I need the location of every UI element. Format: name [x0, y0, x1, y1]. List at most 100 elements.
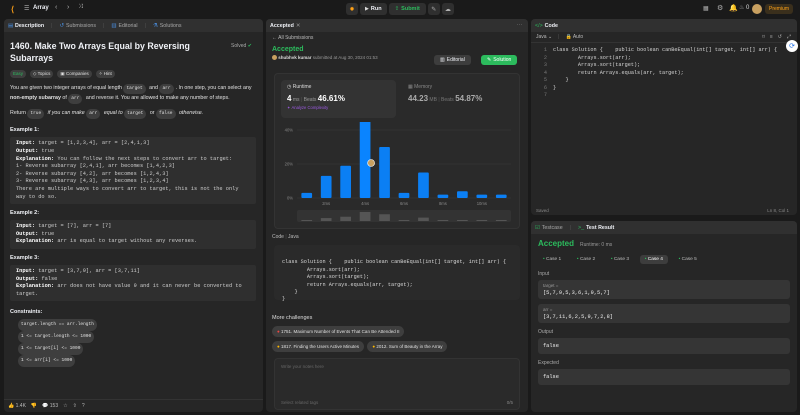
- like-button[interactable]: 👍 1.4K: [8, 403, 26, 409]
- settings-icon[interactable]: ⚙: [717, 4, 723, 12]
- tab-editorial[interactable]: ▥ Editorial: [111, 23, 137, 29]
- topics-chip[interactable]: ◇ Topics: [30, 70, 54, 78]
- back-link[interactable]: ← All Submissions: [272, 35, 522, 41]
- editor-code[interactable]: class Solution { public boolean canBeEqu…: [553, 47, 777, 92]
- case-tab-5[interactable]: • Case 5: [674, 255, 702, 264]
- y-tick-label: 0%: [287, 196, 293, 201]
- tab-testcase[interactable]: ☑ Testcase: [535, 225, 563, 231]
- case-tab-4[interactable]: • Case 4: [639, 255, 668, 264]
- tab-code[interactable]: </> Code: [535, 23, 558, 29]
- next-problem-icon[interactable]: ›: [67, 4, 69, 11]
- output-value: false: [543, 343, 559, 349]
- editor-code-line: }: [553, 84, 557, 91]
- target-label: target =: [543, 283, 559, 288]
- runtime-bar[interactable]: [301, 192, 313, 198]
- notes-input[interactable]: Write your notes here: [275, 359, 519, 374]
- related-tags-input[interactable]: Select related tags: [281, 400, 318, 405]
- dislike-icon[interactable]: 👎: [31, 403, 37, 409]
- challenge-list: ● 1751. Maximum Number of Events That Ca…: [272, 326, 522, 352]
- terminal-icon: >_: [578, 224, 585, 231]
- example-line: Explanation: You can follow the next ste…: [16, 156, 250, 202]
- x-tick-label: 10ms: [477, 201, 487, 206]
- assistant-icon[interactable]: ⟳: [786, 40, 798, 52]
- line-number: 5: [543, 77, 547, 83]
- runtime-bar[interactable]: [340, 165, 351, 198]
- problem-list-icon[interactable]: ☰: [24, 5, 29, 12]
- example-label: Output:: [16, 148, 39, 154]
- case-tab-2[interactable]: • Case 2: [572, 255, 600, 264]
- scrubber-bar: [495, 220, 507, 221]
- prev-problem-icon[interactable]: ‹: [55, 4, 57, 11]
- notes-icon[interactable]: ✎: [427, 3, 440, 15]
- case-tab-1[interactable]: • Case 1: [538, 255, 566, 264]
- shuffle-icon[interactable]: ⤨: [78, 4, 83, 11]
- pass-dot-icon: •: [678, 257, 681, 262]
- y-tick-label: 40%: [285, 128, 294, 133]
- language-select[interactable]: Java ⌄: [536, 34, 552, 40]
- tab-more-icon[interactable]: ⋯: [517, 23, 522, 29]
- scrubber-bar: [418, 217, 429, 221]
- arrow-left-icon: ←: [272, 35, 277, 41]
- runtime-bar[interactable]: [495, 194, 507, 198]
- runtime-bar[interactable]: [476, 194, 488, 198]
- layout-icon[interactable]: ▦: [703, 5, 709, 12]
- example-label: Explanation:: [16, 238, 55, 245]
- challenge-chip-3[interactable]: ● 2012. Sum of Beauty in the Array: [367, 341, 448, 352]
- example-value: target = [1,2,3,4], arr = [2,4,1,3]: [35, 140, 150, 147]
- notes-box[interactable]: Write your notes here Select related tag…: [274, 358, 520, 410]
- lightbulb-icon: ✧: [98, 71, 103, 76]
- challenge-chip-1[interactable]: ● 1751. Maximum Number of Events That Ca…: [272, 326, 405, 337]
- challenge-chip-2[interactable]: ● 1817. Finding the Users Active Minutes: [272, 341, 365, 352]
- submission-tabs: Accepted ✕ ⋯: [266, 19, 528, 32]
- tab-description[interactable]: ▤ Description: [8, 23, 44, 29]
- problem-list-label[interactable]: Array: [33, 5, 49, 11]
- tab-submissions[interactable]: ↺ Submissions: [60, 23, 96, 29]
- runtime-bar[interactable]: [320, 175, 332, 198]
- cloud-icon[interactable]: ☁: [441, 3, 454, 15]
- editor-status-bar: Saved Ln 8, Col 1: [531, 205, 797, 215]
- example-label: Input:: [16, 140, 36, 147]
- example-value: false: [38, 275, 58, 282]
- cursor-position: Ln 8, Col 1: [767, 207, 789, 213]
- avatar[interactable]: [752, 4, 762, 14]
- companies-chip[interactable]: ▣ Companies: [57, 70, 92, 78]
- leetcode-logo-icon[interactable]: ⟨: [8, 4, 17, 14]
- streak-fire-icon[interactable]: ♨: [739, 4, 744, 11]
- analyze-complexity-link[interactable]: ✦ Analyze Complexity: [287, 105, 390, 110]
- share-icon[interactable]: ⇧: [73, 403, 77, 409]
- runtime-bar[interactable]: [457, 191, 468, 198]
- solution-button[interactable]: ✎ Solution: [481, 55, 518, 65]
- constraint-item: target.length == arr.length: [18, 319, 256, 332]
- help-icon[interactable]: ?: [82, 403, 85, 409]
- editorial-button[interactable]: ▥ Editorial: [434, 55, 471, 65]
- run-button[interactable]: ▶ Run: [360, 3, 387, 15]
- format-icon[interactable]: ≡: [770, 34, 773, 40]
- runtime-box[interactable]: ◷ Runtime 4 ms | Beats 46.61% ✦ Analyze …: [281, 80, 396, 118]
- premium-button[interactable]: Premium: [765, 4, 794, 14]
- case-tab-3[interactable]: • Case 3: [606, 255, 634, 264]
- example-label: Input:: [16, 223, 36, 230]
- submit-button[interactable]: ⇪ Submit: [388, 3, 426, 15]
- editor-body[interactable]: 1234567 class Solution { public boolean …: [531, 44, 797, 204]
- hint-chip[interactable]: ✧ Hint: [95, 70, 115, 78]
- submitted-code: class Solution { public boolean canBeEqu…: [274, 245, 520, 302]
- star-icon[interactable]: ☆: [63, 403, 67, 409]
- runtime-bar[interactable]: [379, 147, 390, 198]
- notifications-icon[interactable]: 🔔: [729, 4, 738, 12]
- runtime-bar[interactable]: [437, 194, 449, 198]
- runtime-bar[interactable]: [418, 172, 429, 199]
- bookmark-icon[interactable]: ⌑: [762, 34, 765, 40]
- reset-icon[interactable]: ↺: [778, 34, 782, 40]
- memory-box[interactable]: ▦ Memory 44.23 MB | Beats 54.87%: [402, 80, 515, 118]
- auto-toggle[interactable]: 🔒 Auto: [565, 34, 583, 40]
- tab-solutions[interactable]: ⚗ Solutions: [153, 23, 182, 29]
- runtime-distribution-chart[interactable]: 40% 20% 0% 2ms 4ms 6ms 8ms 10ms: [275, 122, 521, 228]
- close-icon[interactable]: ✕: [296, 23, 300, 29]
- tab-test-result[interactable]: >_ Test Result: [578, 225, 614, 231]
- expected-label: Expected: [538, 360, 559, 366]
- comments-button[interactable]: 💬 153: [42, 403, 58, 409]
- tab-accepted[interactable]: Accepted ✕: [270, 23, 300, 29]
- debug-icon[interactable]: ✹: [346, 3, 358, 15]
- run-label: Run: [370, 6, 382, 12]
- runtime-bar[interactable]: [398, 192, 410, 198]
